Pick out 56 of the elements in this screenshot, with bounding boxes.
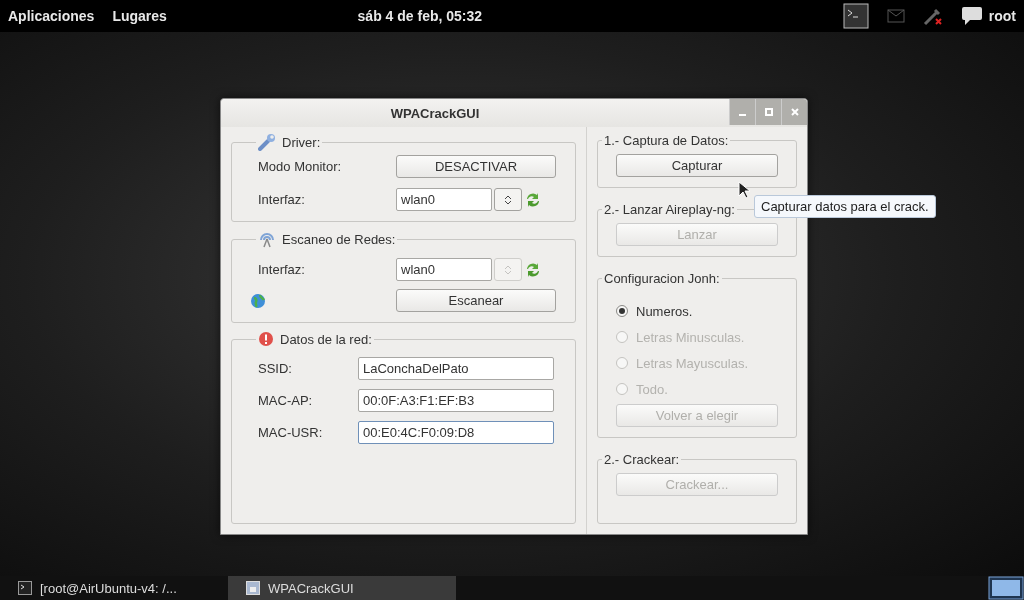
maximize-button[interactable] — [755, 99, 781, 125]
menu-item[interactable]: Aplicaciones — [8, 8, 95, 24]
mail-icon[interactable] — [886, 9, 905, 23]
group-title: Datos de la red: — [280, 331, 372, 347]
push-button[interactable]: Capturar — [616, 154, 778, 177]
maximize-icon — [764, 108, 773, 116]
terminal-icon[interactable] — [842, 3, 869, 29]
text-field[interactable]: LaConchaDelPato — [358, 357, 554, 380]
taskbar-item[interactable]: [root@AirUbuntu-v4: /... — [0, 576, 228, 600]
field-label: Interfaz: — [258, 262, 306, 277]
group-title: 2.- Crackear: — [604, 452, 680, 467]
radio-label: Todo. — [636, 381, 668, 397]
group-title: 1.- Captura de Datos: — [604, 133, 729, 148]
close-icon — [790, 108, 799, 116]
field-label: MAC-USR: — [258, 425, 324, 440]
interface-field[interactable]: wlan0 — [396, 258, 492, 281]
refresh-icon[interactable] — [524, 190, 542, 209]
up-down-arrows-icon — [504, 193, 512, 206]
group-title: 2.- Lanzar Aireplay-ng: — [604, 202, 735, 217]
radio-label: Letras Minusculas. — [636, 329, 745, 345]
globe-icon — [250, 292, 266, 309]
text-field[interactable]: 00:E0:4C:F0:09:D8 — [358, 421, 554, 444]
wireless-icon — [258, 230, 276, 248]
group-title: Escaneo de Redes: — [282, 231, 396, 247]
tooltip: Capturar datos para el crack. — [754, 195, 936, 218]
wrench-icon — [258, 133, 276, 151]
field-label: Modo Monitor: — [258, 159, 343, 174]
radio-label: Letras Mayusculas. — [636, 355, 748, 371]
network-disconnected-icon[interactable] — [922, 6, 943, 26]
clock-text[interactable]: sáb 4 de feb, 05:32 — [357, 8, 483, 24]
radio-label: Numeros. — [636, 303, 693, 319]
menu-item[interactable]: Lugares — [112, 8, 167, 24]
field-label: SSID: — [258, 361, 293, 376]
refresh-icon[interactable] — [524, 260, 542, 279]
window-title: WPACrackGUI — [389, 105, 481, 121]
text-field[interactable]: 00:0F:A3:F1:EF:B3 — [358, 389, 554, 412]
taskbar-item[interactable]: WPACrackGUI — [228, 576, 456, 600]
up-down-arrows-icon — [504, 263, 512, 276]
workspace-switcher-icon[interactable] — [988, 576, 1024, 600]
app-icon — [246, 581, 260, 595]
interface-field[interactable]: wlan0 — [396, 188, 492, 211]
mouse-pointer-icon — [738, 181, 750, 199]
minimize-button[interactable] — [729, 99, 755, 125]
field-label: MAC-AP: — [258, 393, 314, 408]
user-name[interactable]: root — [988, 8, 1016, 24]
push-button[interactable]: Escanear — [396, 289, 556, 312]
group-title: Driver: — [282, 134, 321, 150]
warning-icon — [258, 331, 274, 347]
push-button[interactable]: DESACTIVAR — [396, 155, 556, 178]
group-title: Configuracion Jonh: — [604, 271, 720, 286]
radio-button[interactable] — [616, 305, 628, 317]
close-button[interactable] — [781, 99, 807, 125]
spin-button[interactable] — [494, 188, 522, 211]
chat-bubble-icon[interactable] — [960, 6, 983, 26]
field-label: Interfaz: — [258, 192, 306, 207]
terminal-icon — [18, 581, 32, 595]
